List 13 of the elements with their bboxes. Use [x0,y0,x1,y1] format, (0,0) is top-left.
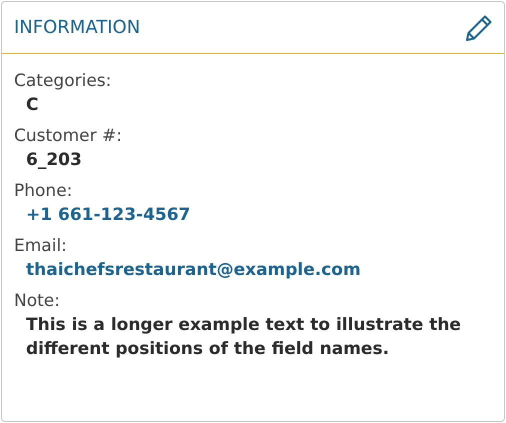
panel-title: INFORMATION [14,17,140,38]
field-label: Categories: [14,70,112,93]
pencil-icon [464,12,494,42]
field-value: This is a longer example text to illustrate the different positions of the field names. [25,314,462,361]
field-label: Phone: [14,180,74,203]
field-link[interactable]: thaichefsrestaurant@example.com [14,258,492,282]
field-link[interactable]: +1 661-123-4567 [14,203,492,227]
field-label: Customer #: [14,125,123,148]
field-value: 6_203 [25,149,83,172]
edit-button[interactable] [464,12,494,42]
field-label: Note: [14,290,61,313]
field-label: Email: [14,235,68,258]
field-value: C [25,94,40,117]
